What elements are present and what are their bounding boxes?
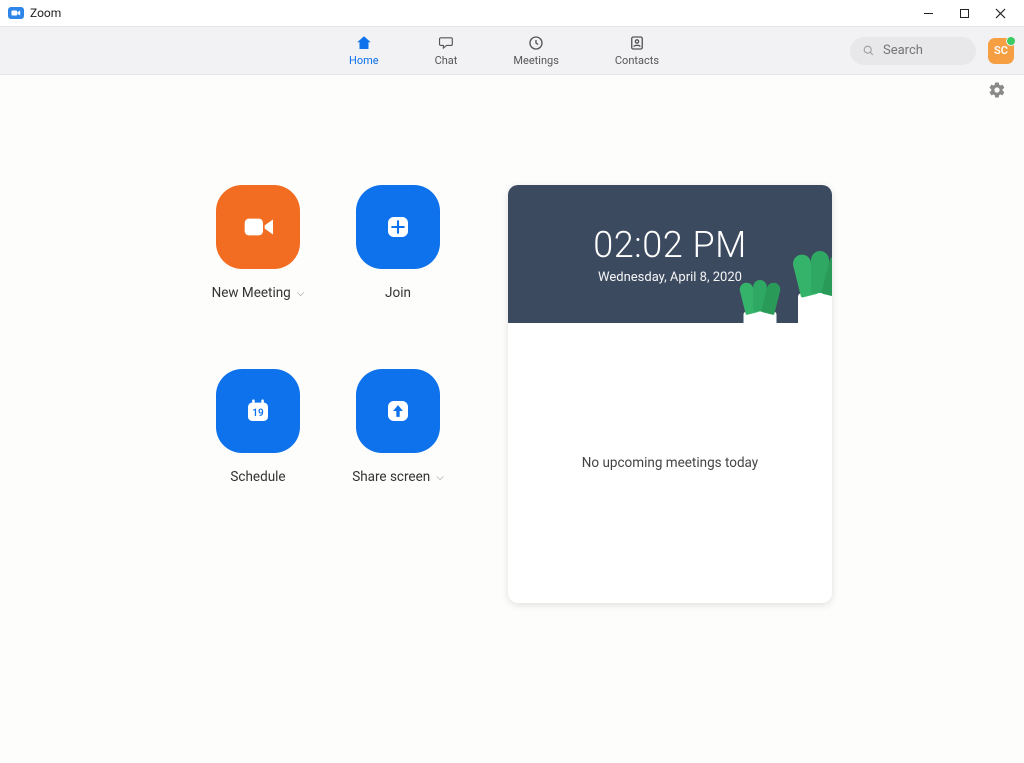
main-content: New Meeting ⌵ Join (0, 105, 1024, 603)
action-join: Join (328, 185, 468, 301)
close-button[interactable] (982, 0, 1018, 26)
action-schedule: 19 Schedule (188, 369, 328, 485)
tab-home-label: Home (349, 54, 379, 67)
nav-bar: Home Chat Meetings Contacts SC (0, 26, 1024, 75)
calendar-date: Wednesday, April 8, 2020 (598, 270, 742, 285)
chevron-down-icon[interactable]: ⌵ (297, 288, 305, 299)
calendar-empty-text: No upcoming meetings today (582, 455, 758, 471)
calendar-icon: 19 (238, 391, 278, 431)
calendar-card: 02:02 PM Wednesday, April 8, 2020 No upc… (508, 185, 832, 603)
title-bar: Zoom (0, 0, 1024, 26)
nav-tabs: Home Chat Meetings Contacts (349, 34, 659, 67)
search-input[interactable] (883, 43, 963, 58)
avatar-initials: SC (994, 44, 1008, 57)
minimize-button[interactable] (910, 0, 946, 26)
avatar[interactable]: SC (988, 38, 1014, 64)
clock-icon (527, 34, 545, 52)
action-share-screen: Share screen ⌵ (328, 369, 468, 485)
chevron-down-icon[interactable]: ⌵ (436, 472, 444, 483)
gear-icon[interactable] (988, 81, 1006, 99)
search-icon (862, 44, 875, 57)
tab-contacts-label: Contacts (615, 54, 659, 67)
home-icon (355, 34, 373, 52)
join-label: Join (385, 285, 411, 301)
chat-icon (437, 34, 455, 52)
svg-text:19: 19 (252, 408, 264, 419)
zoom-app-icon (8, 7, 24, 19)
upload-arrow-icon (378, 391, 418, 431)
window-controls (910, 0, 1018, 26)
window-title: Zoom (30, 6, 61, 20)
action-new-meeting: New Meeting ⌵ (188, 185, 328, 301)
tab-home[interactable]: Home (349, 34, 379, 67)
tab-chat[interactable]: Chat (435, 34, 458, 67)
maximize-button[interactable] (946, 0, 982, 26)
plus-icon (378, 207, 418, 247)
calendar-time: 02:02 PM (593, 224, 747, 266)
new-meeting-button[interactable] (216, 185, 300, 269)
plant-decoration (744, 312, 777, 324)
schedule-label: Schedule (230, 469, 285, 485)
search-box[interactable] (850, 37, 976, 65)
calendar-body: No upcoming meetings today (508, 323, 832, 603)
actions-panel: New Meeting ⌵ Join (0, 185, 508, 603)
schedule-button[interactable]: 19 (216, 369, 300, 453)
new-meeting-label: New Meeting (212, 285, 291, 301)
tab-meetings[interactable]: Meetings (513, 34, 558, 67)
contacts-icon (628, 34, 646, 52)
share-screen-label: Share screen (352, 469, 430, 485)
join-button[interactable] (356, 185, 440, 269)
calendar-hero: 02:02 PM Wednesday, April 8, 2020 (508, 185, 832, 323)
share-screen-button[interactable] (356, 369, 440, 453)
settings-row (0, 75, 1024, 105)
title-bar-left: Zoom (8, 6, 61, 20)
tab-meetings-label: Meetings (513, 54, 558, 67)
tab-chat-label: Chat (435, 54, 458, 67)
nav-right: SC (850, 37, 1014, 65)
video-icon (238, 207, 278, 247)
tab-contacts[interactable]: Contacts (615, 34, 659, 67)
plant-decoration (798, 293, 832, 323)
